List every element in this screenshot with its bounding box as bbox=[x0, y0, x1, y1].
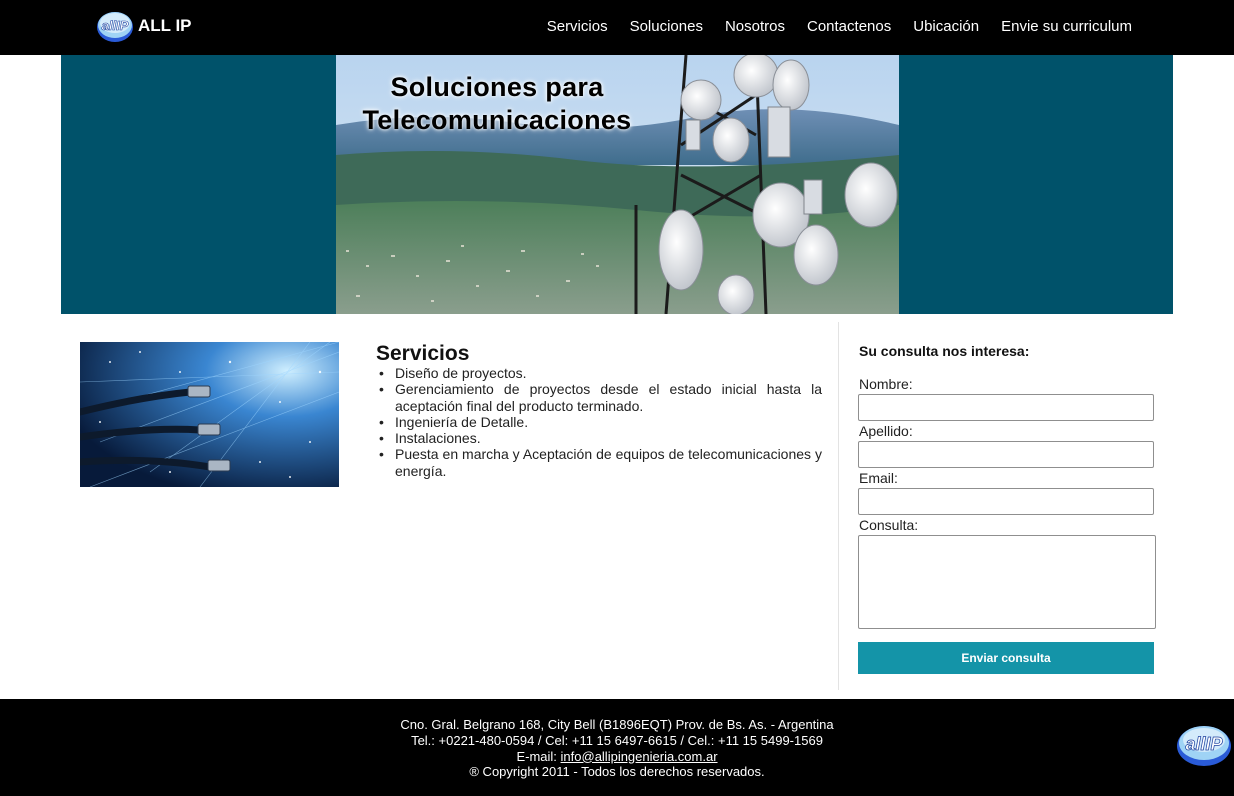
footer-email-prefix: E-mail: bbox=[516, 748, 561, 764]
hero-banner: Soluciones para Telecomunicaciones bbox=[61, 55, 1173, 314]
list-item: Instalaciones. bbox=[376, 430, 822, 447]
services-section: Servicios Diseño de proyectos. Gerenciam… bbox=[376, 343, 822, 479]
hero-title: Soluciones para Telecomunicaciones bbox=[342, 71, 652, 137]
apellido-label: Apellido: bbox=[859, 423, 913, 439]
form-heading: Su consulta nos interesa: bbox=[859, 343, 1030, 359]
top-navbar: allIP ALL IP Servicios Soluciones Nosotr… bbox=[0, 0, 1234, 55]
nav-nosotros[interactable]: Nosotros bbox=[725, 18, 785, 35]
svg-text:allIP: allIP bbox=[102, 18, 129, 33]
apellido-field[interactable] bbox=[858, 441, 1154, 468]
services-list: Diseño de proyectos. Gerenciamiento de p… bbox=[376, 365, 822, 479]
nav-curriculum[interactable]: Envie su curriculum bbox=[1001, 18, 1132, 35]
nombre-label: Nombre: bbox=[859, 376, 913, 392]
nav-soluciones[interactable]: Soluciones bbox=[630, 18, 703, 35]
brand[interactable]: allIP ALL IP bbox=[94, 8, 192, 44]
consulta-label: Consulta: bbox=[859, 517, 919, 533]
hero-title-line2: Telecomunicaciones bbox=[362, 105, 632, 135]
email-field[interactable] bbox=[858, 488, 1154, 515]
consulta-textarea[interactable] bbox=[858, 535, 1156, 629]
nav-ubicacion[interactable]: Ubicación bbox=[913, 18, 979, 35]
footer-address: Cno. Gral. Belgrano 168, City Bell (B189… bbox=[400, 717, 834, 732]
submit-button[interactable]: Enviar consulta bbox=[858, 642, 1154, 674]
list-item: Diseño de proyectos. bbox=[376, 365, 822, 382]
brand-name: ALL IP bbox=[138, 16, 192, 35]
list-item: Ingeniería de Detalle. bbox=[376, 414, 822, 431]
email-label: Email: bbox=[859, 470, 898, 486]
allip-corner-logo-icon[interactable]: allIP bbox=[1173, 722, 1233, 768]
list-item: Gerenciamiento de proyectos desde el est… bbox=[376, 381, 822, 414]
hero-title-line1: Soluciones para bbox=[390, 72, 604, 102]
column-divider bbox=[838, 322, 839, 690]
allip-logo-icon: allIP bbox=[94, 10, 134, 42]
footer-phones: Tel.: +0221-480-0594 / Cel: +11 15 6497-… bbox=[411, 732, 823, 748]
footer: Cno. Gral. Belgrano 168, City Bell (B189… bbox=[0, 699, 1234, 796]
nav-servicios[interactable]: Servicios bbox=[547, 18, 608, 35]
fiber-optic-image bbox=[80, 342, 339, 487]
services-heading: Servicios bbox=[376, 342, 470, 365]
footer-email-link[interactable]: info@allipingenieria.com.ar bbox=[561, 749, 718, 764]
contact-form: Su consulta nos interesa: Nombre: Apelli… bbox=[858, 340, 1156, 674]
nav-contactenos[interactable]: Contactenos bbox=[807, 18, 891, 35]
list-item: Puesta en marcha y Aceptación de equipos… bbox=[376, 446, 822, 479]
footer-email-line: E-mail: info@allipingenieria.com.ar bbox=[0, 749, 1234, 765]
svg-text:allIP: allIP bbox=[1185, 734, 1223, 754]
footer-copyright: ® Copyright 2011 - Todos los derechos re… bbox=[469, 764, 765, 780]
nombre-field[interactable] bbox=[858, 394, 1154, 421]
main-nav: Servicios Soluciones Nosotros Contacteno… bbox=[547, 18, 1132, 35]
